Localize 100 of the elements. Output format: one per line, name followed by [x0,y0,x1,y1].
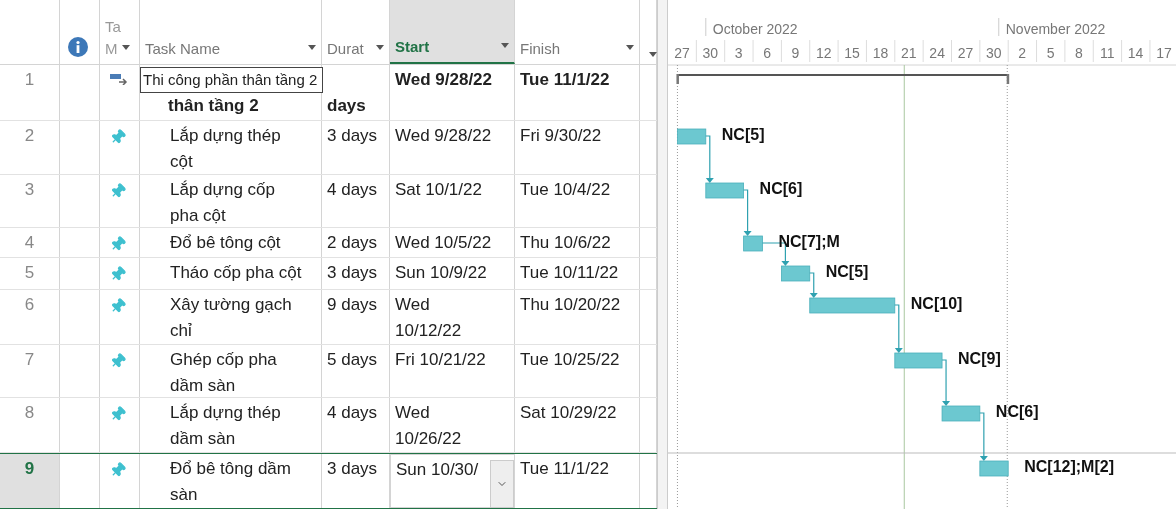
auto-schedule-icon [110,73,128,85]
day-label: 5 [1046,45,1055,61]
start-date: Sun 10/30/ [396,459,479,481]
start-date: Wed 10/26/22 [395,402,463,450]
task-name-popup: Thi công phần thân tầng 2 [140,67,323,93]
dropdown-caret-icon[interactable] [308,44,316,50]
start-date: Sat 10/1/22 [395,179,483,201]
resource-label: NC[7];M [778,233,840,250]
finish-date: Fri 9/30/22 [520,126,602,145]
duration-text: 2 days [327,233,378,252]
task-name: Đổ bê tông dầm sàn [170,458,292,506]
task-name: Đổ bê tông cột [170,232,282,254]
row-number[interactable]: 9 [24,459,35,478]
task-name: Ghép cốp pha dầm sàn [170,349,278,397]
finish-date: Sat 10/29/22 [520,403,617,422]
resource-label: NC[9] [958,350,1001,367]
start-date: Fri 10/21/22 [395,349,487,371]
task-name: Lắp dựng cốp pha cột [170,179,276,227]
day-label: 2 [1018,45,1027,61]
task-bar [894,352,943,369]
resource-label: NC[5] [721,126,765,143]
day-label: 12 [815,45,832,61]
dropdown-caret-icon[interactable] [376,44,384,50]
task-name: Lắp dựng thép dầm sàn [170,402,282,450]
day-label: 24 [929,45,945,61]
column-label: Ta [105,17,122,37]
column-label: M [105,39,118,59]
row-number[interactable]: 5 [24,263,35,282]
resource-label: NC[12];M[2] [1024,458,1114,475]
resource-label: NC[6] [759,180,803,197]
row-number[interactable]: 4 [24,233,35,252]
start-date: Sun 10/9/22 [395,262,488,284]
duration-text: 4 days [327,180,378,199]
duration-text: 3 days [327,459,378,478]
dependency-arrow [941,359,951,406]
task-bar [743,235,763,252]
finish-date: Tue 10/4/22 [520,180,611,199]
day-label: 8 [1075,45,1083,61]
finish-date: Tue 11/1/22 [520,70,610,89]
day-label: 9 [791,45,800,61]
task-name: Tháo cốp pha cột [170,262,303,284]
month-label: November 2022 [1005,21,1106,37]
task-bar [979,460,1009,477]
day-label: 3 [734,45,743,61]
resource-label: NC[6] [995,403,1039,420]
task-bar [941,405,981,422]
resource-label: NC[5] [825,263,869,280]
task-bar [781,265,811,282]
day-label: 30 [986,45,1002,61]
dropdown-caret-icon[interactable] [626,44,634,50]
duration-text: 3 days [327,126,378,145]
row-number[interactable]: 3 [24,180,35,199]
month-label: October 2022 [712,21,798,37]
dependency-arrow [705,135,714,183]
duration-text: days [327,96,366,115]
row-number[interactable]: 2 [24,126,35,145]
duration-text: 9 days [327,295,378,314]
day-label: 27 [674,45,690,61]
start-date: Wed 9/28/22 [395,70,493,89]
dependency-arrow [979,412,988,461]
task-name: Lắp dựng thép cột [170,125,282,173]
resource-label: NC[10] [910,295,963,312]
duration-text: 4 days [327,403,378,422]
dropdown-caret-icon[interactable] [121,45,130,50]
task-name: Xây tường gạch chỉ [170,294,293,342]
task-name: thân tầng 2 [168,95,260,117]
column-label: Finish [520,38,560,59]
finish-date: Tue 10/11/22 [520,263,619,282]
finish-date: Thu 10/20/22 [520,295,621,314]
task-bar [705,182,744,199]
dependency-arrow [743,189,752,236]
finish-date: Thu 10/6/22 [520,233,611,252]
day-label: 14 [1127,45,1144,61]
day-label: 6 [763,45,771,61]
duration-text: 5 days [327,350,378,369]
day-label: 21 [901,45,917,61]
day-label: 18 [872,45,889,61]
row-number[interactable]: 8 [24,403,35,422]
row-number[interactable]: 1 [24,70,35,89]
column-label: Durat [327,38,364,59]
dropdown-caret-icon[interactable] [501,42,509,48]
task-bar [677,128,707,145]
day-label: 17 [1156,45,1172,61]
day-label: 30 [702,45,719,61]
finish-date: Tue 11/1/22 [520,459,609,478]
dependency-arrow [809,272,818,298]
column-label: Task Name [145,38,221,59]
info-icon [68,37,88,57]
start-date: Wed 10/12/22 [395,294,463,342]
finish-date: Tue 10/25/22 [520,350,620,369]
start-date: Wed 9/28/22 [395,125,493,147]
start-date: Wed 10/5/22 [395,232,493,254]
day-label: 27 [957,45,974,61]
day-label: 15 [844,45,860,61]
column-label: Start [395,36,430,57]
day-label: 11 [1100,45,1115,61]
column-header[interactable]: Start [390,0,515,64]
row-number[interactable]: 7 [24,350,35,369]
dependency-arrow [894,304,903,353]
row-number[interactable]: 6 [24,295,35,314]
